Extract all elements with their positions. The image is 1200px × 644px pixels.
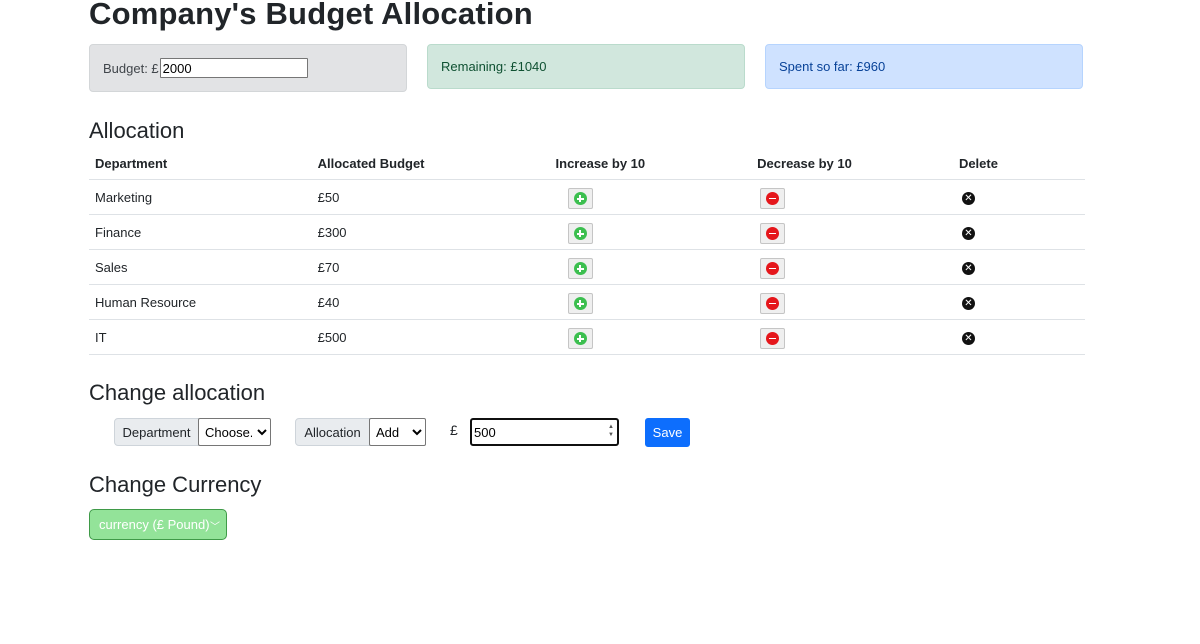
- currency-selected-label: currency (£ Pound): [99, 517, 210, 532]
- column-header-increase: Increase by 10: [549, 148, 752, 180]
- change-allocation-form: Department Choose... Allocation Add £ ▲▼…: [89, 418, 789, 448]
- x-circle-icon[interactable]: ✕: [961, 262, 975, 275]
- increase-button[interactable]: [567, 258, 593, 279]
- plus-circle-icon: [573, 192, 587, 205]
- save-button[interactable]: Save: [645, 418, 690, 447]
- allocation-table: Department Allocated Budget Increase by …: [89, 148, 1085, 355]
- department-cell: IT: [89, 319, 312, 355]
- increase-button[interactable]: [567, 328, 593, 349]
- budget-card: Budget: £: [89, 44, 407, 92]
- column-header-delete: Delete: [952, 148, 1085, 180]
- chevron-down-icon: ﹀: [210, 522, 220, 533]
- spent-card: Spent so far: £960: [765, 44, 1083, 89]
- change-currency-title: Change Currency: [89, 472, 262, 497]
- department-cell: Sales: [89, 249, 312, 285]
- increase-button[interactable]: [567, 293, 593, 314]
- table-row: Marketing £50 ✕: [89, 179, 1085, 215]
- page-title: Company's Budget Allocation: [89, 0, 533, 31]
- currency-dropdown[interactable]: currency (£ Pound) ﹀: [89, 509, 227, 540]
- budget-cell: £70: [311, 249, 550, 285]
- department-select[interactable]: Choose...: [198, 418, 271, 446]
- allocation-group-label: Allocation: [295, 418, 370, 446]
- minus-circle-icon: [766, 227, 780, 240]
- x-circle-icon[interactable]: ✕: [961, 297, 975, 310]
- column-header-department: Department: [89, 148, 312, 180]
- minus-circle-icon: [766, 297, 780, 310]
- column-header-decrease: Decrease by 10: [751, 148, 953, 180]
- table-row: Human Resource £40 ✕: [89, 284, 1085, 320]
- budget-cell: £40: [311, 284, 550, 320]
- budget-input[interactable]: [159, 58, 308, 78]
- remaining-label: Remaining: £1040: [441, 59, 547, 74]
- table-row: Finance £300 ✕: [89, 214, 1085, 250]
- decrease-button[interactable]: [760, 328, 786, 349]
- page-container: Company's Budget Allocation Budget: £ Re…: [89, 0, 1085, 540]
- minus-circle-icon: [766, 262, 780, 275]
- table-row: Sales £70 ✕: [89, 249, 1085, 285]
- table-row: IT £500 ✕: [89, 319, 1085, 355]
- department-group-label: Department: [114, 418, 199, 446]
- table-header-row: Department Allocated Budget Increase by …: [89, 148, 1085, 180]
- decrease-button[interactable]: [760, 188, 786, 209]
- amount-input[interactable]: [470, 418, 619, 446]
- department-cell: Human Resource: [89, 284, 312, 320]
- department-cell: Marketing: [89, 179, 312, 215]
- budget-cell: £50: [311, 179, 550, 215]
- increase-button[interactable]: [567, 188, 593, 209]
- allocation-type-select[interactable]: Add: [369, 418, 426, 446]
- decrease-button[interactable]: [760, 258, 786, 279]
- currency-symbol: £: [450, 422, 458, 438]
- minus-circle-icon: [766, 192, 780, 205]
- increase-button[interactable]: [567, 223, 593, 244]
- budget-cell: £500: [311, 319, 550, 355]
- plus-circle-icon: [573, 332, 587, 345]
- plus-circle-icon: [573, 227, 587, 240]
- spent-label: Spent so far: £960: [779, 59, 886, 74]
- decrease-button[interactable]: [760, 293, 786, 314]
- plus-circle-icon: [573, 297, 587, 310]
- x-circle-icon[interactable]: ✕: [961, 332, 975, 345]
- column-header-allocated-budget: Allocated Budget: [311, 148, 550, 180]
- allocation-title: Allocation: [89, 118, 185, 143]
- x-circle-icon[interactable]: ✕: [961, 227, 975, 240]
- change-allocation-title: Change allocation: [89, 380, 266, 405]
- decrease-button[interactable]: [760, 223, 786, 244]
- x-circle-icon[interactable]: ✕: [961, 192, 975, 205]
- budget-cell: £300: [311, 214, 550, 250]
- budget-label: Budget: £: [103, 60, 159, 76]
- summary-cards: Budget: £ Remaining: £1040 Spent so far:…: [89, 44, 1085, 92]
- department-cell: Finance: [89, 214, 312, 250]
- number-spinner-icon[interactable]: ▲ ▼: [607, 423, 615, 441]
- minus-circle-icon: [766, 332, 780, 345]
- remaining-card: Remaining: £1040: [427, 44, 745, 89]
- plus-circle-icon: [573, 262, 587, 275]
